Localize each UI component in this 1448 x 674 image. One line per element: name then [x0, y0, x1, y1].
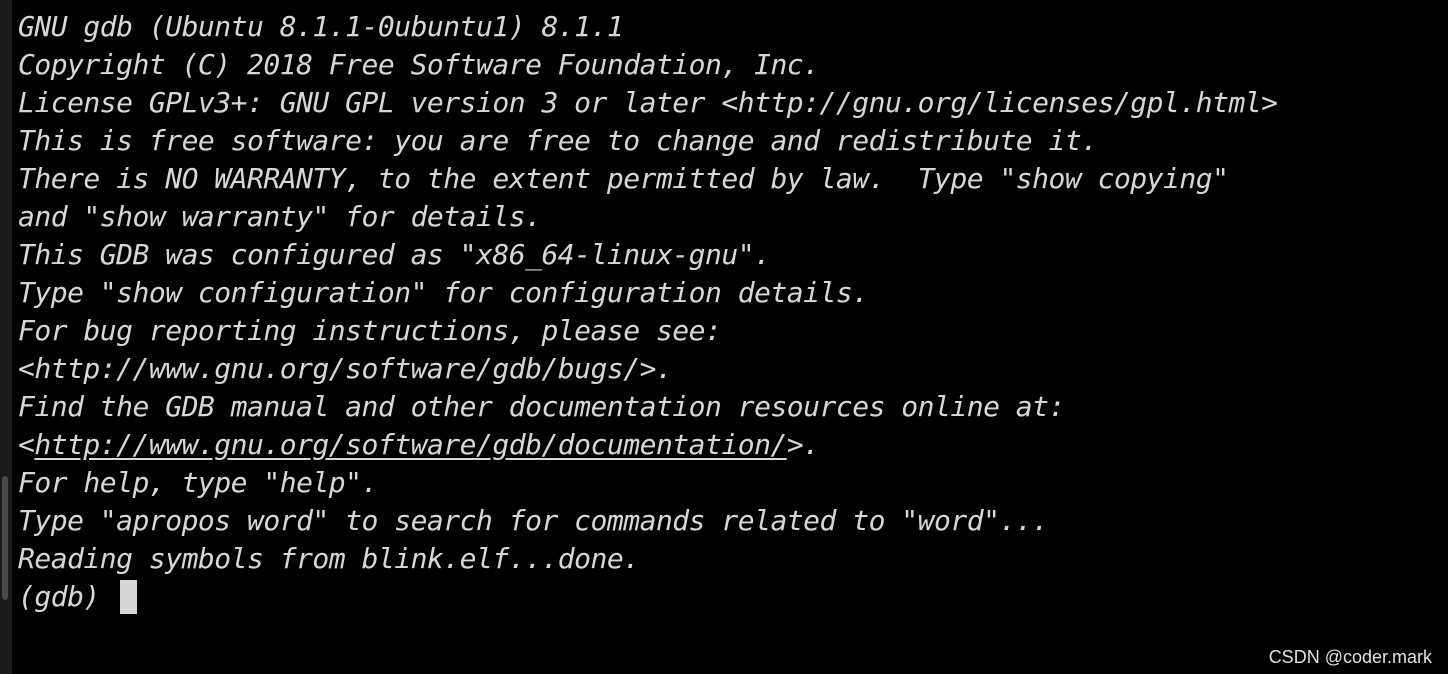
terminal-line: Copyright (C) 2018 Free Software Foundat…	[18, 48, 820, 81]
doc-link-suffix: >.	[786, 428, 820, 461]
watermark: CSDN @coder.mark	[1268, 647, 1432, 667]
left-gutter	[0, 0, 12, 674]
documentation-link[interactable]: http://www.gnu.org/software/gdb/document…	[34, 428, 787, 461]
terminal-line: <http://www.gnu.org/software/gdb/bugs/>.	[18, 352, 673, 385]
doc-link-prefix: <	[18, 428, 35, 461]
terminal-line: For bug reporting instructions, please s…	[18, 314, 722, 347]
terminal-line: There is NO WARRANTY, to the extent perm…	[18, 162, 1229, 195]
terminal-line: Type "show configuration" for configurat…	[18, 276, 869, 309]
terminal-line: Reading symbols from blink.elf...done.	[18, 542, 640, 575]
terminal-window[interactable]: GNU gdb (Ubuntu 8.1.1-0ubuntu1) 8.1.1 Co…	[12, 0, 1448, 674]
terminal-line: GNU gdb (Ubuntu 8.1.1-0ubuntu1) 8.1.1	[18, 10, 624, 43]
terminal-line: and "show warranty" for details.	[18, 200, 542, 233]
terminal-line: License GPLv3+: GNU GPL version 3 or lat…	[18, 86, 1278, 119]
terminal-output: GNU gdb (Ubuntu 8.1.1-0ubuntu1) 8.1.1 Co…	[18, 8, 1278, 616]
terminal-line: This is free software: you are free to c…	[18, 124, 1098, 157]
gdb-prompt-line[interactable]: (gdb)	[18, 578, 1278, 616]
text-cursor	[120, 580, 138, 614]
terminal-line: Type "apropos word" to search for comman…	[18, 504, 1049, 537]
terminal-line: Find the GDB manual and other documentat…	[18, 390, 1065, 423]
scroll-handle[interactable]	[2, 476, 8, 600]
terminal-line: This GDB was configured as "x86_64-linux…	[18, 238, 771, 271]
doc-link-line: <http://www.gnu.org/software/gdb/documen…	[18, 426, 1278, 464]
gdb-prompt: (gdb)	[18, 580, 117, 613]
terminal-line: For help, type "help".	[18, 466, 378, 499]
